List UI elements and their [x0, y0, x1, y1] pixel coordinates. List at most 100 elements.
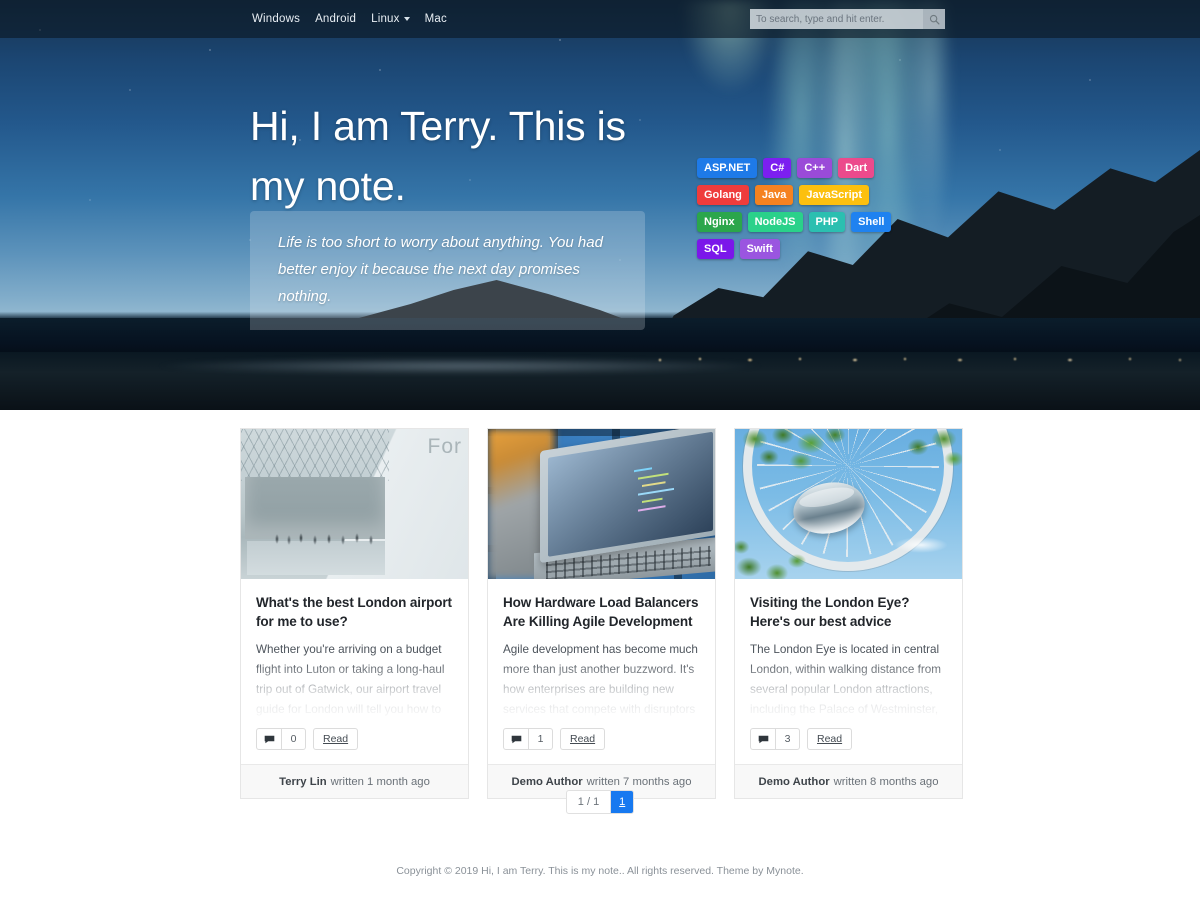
post-body: Visiting the London Eye? Here's our best…	[735, 579, 962, 722]
tag-php[interactable]: PHP	[808, 212, 846, 232]
museum-steps	[247, 541, 385, 575]
nav-label-linux: Linux	[371, 13, 400, 25]
post-excerpt: Whether you're arriving on a budget flig…	[256, 643, 445, 716]
post-thumbnail-link[interactable]: For	[241, 429, 468, 579]
comment-count: 1	[537, 733, 544, 745]
tag-label: JavaScript	[806, 189, 863, 201]
read-button[interactable]: Read	[313, 728, 359, 750]
hero-banner: Windows Android Linux Mac Hi, I am Terry…	[0, 0, 1200, 410]
tag-label: ASP.NET	[704, 162, 751, 174]
comment-button-group[interactable]: 1	[503, 728, 553, 750]
nav-label-android: Android	[315, 13, 357, 25]
post-list: For What's the best London airport for m…	[240, 428, 963, 799]
tag-label: Swift	[746, 243, 773, 255]
post-excerpt-wrap: The London Eye is located in central Lon…	[750, 640, 947, 722]
nav-label-windows: Windows	[252, 13, 301, 25]
nav-item-mac[interactable]: Mac	[425, 13, 447, 25]
comment-count: 0	[290, 733, 297, 745]
nav-item-linux[interactable]: Linux	[371, 13, 410, 25]
tag-cpp[interactable]: C++	[797, 158, 833, 178]
tag-nodejs[interactable]: NodeJS	[747, 212, 803, 232]
copyright-text: Copyright © 2019 Hi, I am Terry. This is…	[396, 865, 804, 877]
post-body: How Hardware Load Balancers Are Killing …	[488, 579, 715, 722]
post-excerpt-wrap: Whether you're arriving on a budget flig…	[256, 640, 453, 722]
search-box[interactable]	[750, 9, 945, 29]
post-author: Demo Author	[758, 775, 830, 788]
post-thumbnail-link[interactable]	[488, 429, 715, 579]
nav-item-android[interactable]: Android	[315, 13, 356, 25]
read-button[interactable]: Read	[807, 728, 853, 750]
laptop-screen	[548, 431, 713, 557]
nav-item-windows[interactable]: Windows	[252, 13, 300, 25]
page-title: Hi, I am Terry. This is my note.	[250, 103, 626, 209]
tag-javascript[interactable]: JavaScript	[799, 185, 870, 205]
comment-icon[interactable]	[504, 729, 529, 749]
post-excerpt-wrap: Agile development has become much more t…	[503, 640, 700, 722]
tag-dart[interactable]: Dart	[838, 158, 875, 178]
comment-bubble-icon	[758, 735, 768, 743]
code-lines	[633, 455, 704, 532]
tag-label: Nginx	[704, 216, 735, 228]
post-date: written 7 months ago	[586, 775, 692, 788]
pager-group: 1 / 1 1	[565, 790, 635, 814]
tag-sql[interactable]: SQL	[697, 239, 734, 259]
read-button[interactable]: Read	[560, 728, 606, 750]
post-title[interactable]: Visiting the London Eye? Here's our best…	[750, 593, 947, 631]
pagination: 1 / 1 1	[0, 790, 1200, 814]
post-card[interactable]: For What's the best London airport for m…	[240, 428, 469, 799]
main-menu: Windows Android Linux Mac	[252, 0, 447, 38]
post-title[interactable]: How Hardware Load Balancers Are Killing …	[503, 593, 700, 631]
tag-label: SQL	[704, 243, 727, 255]
comment-icon[interactable]	[257, 729, 282, 749]
hero-quote-text: Life is too short to worry about anythin…	[278, 234, 603, 305]
main-content: For What's the best London airport for m…	[0, 410, 1200, 900]
site-footer: Copyright © 2019 Hi, I am Terry. This is…	[0, 865, 1200, 877]
tag-label: NodeJS	[754, 216, 796, 228]
tag-swift[interactable]: Swift	[739, 239, 780, 259]
chevron-down-icon	[403, 16, 410, 21]
tag-aspnet[interactable]: ASP.NET	[697, 158, 758, 178]
comment-button-group[interactable]: 0	[256, 728, 306, 750]
comment-button-group[interactable]: 3	[750, 728, 800, 750]
tag-label: C++	[804, 162, 826, 174]
post-actions: 0 Read	[241, 722, 468, 764]
tag-cloud: ASP.NET C# C++ Dart Golang Java JavaScri…	[697, 158, 917, 259]
tag-label: C#	[770, 162, 785, 174]
search-icon	[929, 14, 940, 25]
comment-count: 3	[784, 733, 791, 745]
tag-label: Java	[761, 189, 787, 201]
post-thumbnail-link[interactable]	[735, 429, 962, 579]
post-author: Terry Lin	[279, 775, 327, 788]
foliage-top-left	[735, 429, 859, 485]
search-input[interactable]	[750, 9, 923, 29]
comment-bubble-icon	[264, 735, 274, 743]
tag-shell[interactable]: Shell	[851, 212, 892, 232]
post-title[interactable]: What's the best London airport for me to…	[256, 593, 453, 631]
post-card[interactable]: Visiting the London Eye? Here's our best…	[734, 428, 963, 799]
cloud-decoration	[894, 537, 948, 553]
post-actions: 1 Read	[488, 722, 715, 764]
post-date: written 8 months ago	[833, 775, 939, 788]
pagination-page-1[interactable]: 1	[611, 791, 634, 813]
tag-csharp[interactable]: C#	[763, 158, 792, 178]
tag-label: Dart	[845, 162, 868, 174]
search-button[interactable]	[923, 9, 945, 29]
comment-bubble-icon	[511, 735, 521, 743]
post-excerpt: The London Eye is located in central Lon…	[750, 643, 942, 716]
post-excerpt: Agile development has become much more t…	[503, 643, 698, 716]
tag-label: PHP	[815, 216, 839, 228]
museum-crowd	[271, 529, 383, 545]
foliage-top-right	[900, 429, 962, 473]
post-card[interactable]: How Hardware Load Balancers Are Killing …	[487, 428, 716, 799]
tag-nginx[interactable]: Nginx	[697, 212, 742, 232]
hero-quote: Life is too short to worry about anythin…	[250, 211, 645, 330]
comment-icon[interactable]	[751, 729, 776, 749]
post-body: What's the best London airport for me to…	[241, 579, 468, 722]
tag-label: Golang	[704, 189, 742, 201]
tag-label: Shell	[858, 216, 885, 228]
tag-java[interactable]: Java	[754, 185, 794, 205]
nav-label-mac: Mac	[424, 13, 447, 25]
tag-golang[interactable]: Golang	[697, 185, 749, 205]
pagination-info: 1 / 1	[567, 791, 612, 813]
foliage-bottom-left	[735, 527, 809, 579]
